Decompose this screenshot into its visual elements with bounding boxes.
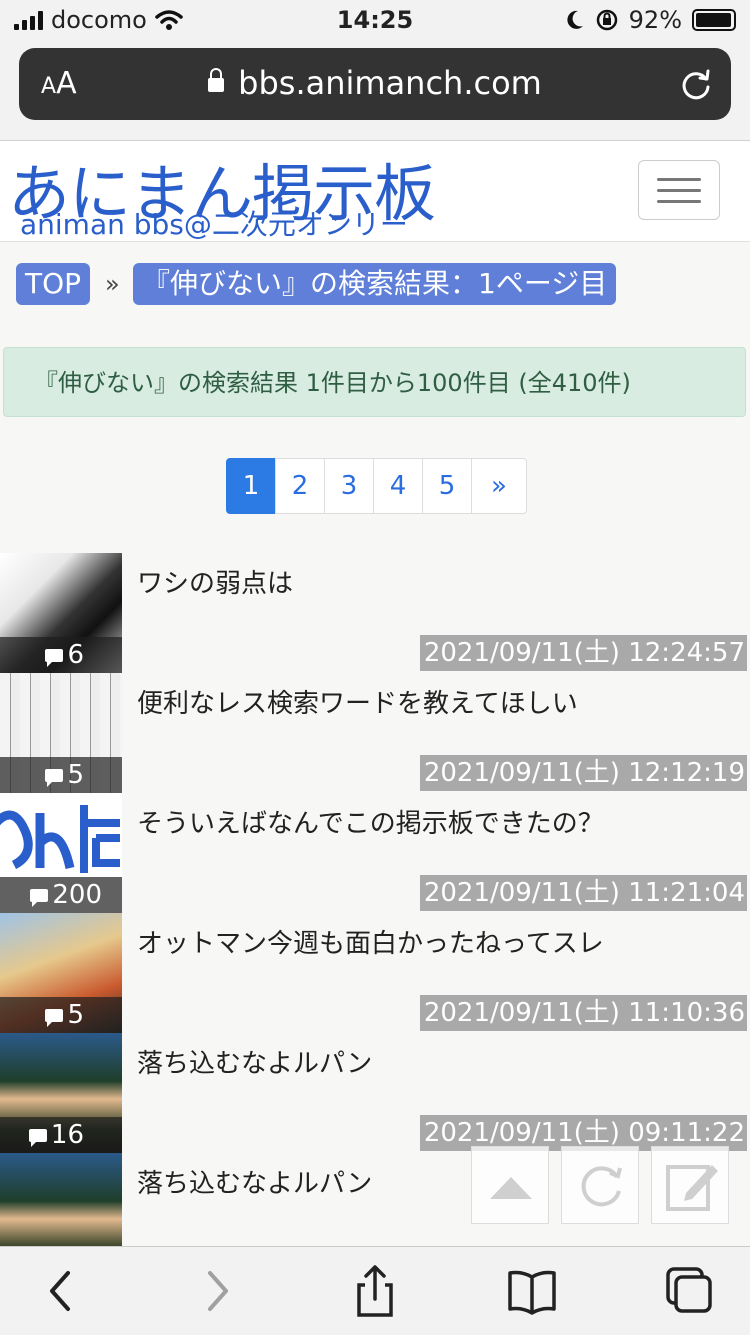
page-link-5[interactable]: 5 [422, 458, 472, 514]
moon-icon [567, 10, 583, 29]
lock-icon [208, 68, 225, 92]
edit-icon [666, 1165, 718, 1211]
page-link-3[interactable]: 3 [324, 458, 374, 514]
thread-thumbnail[interactable]: 16 [0, 1033, 122, 1153]
thread-title[interactable]: 落ち込むなよルパン [137, 1043, 372, 1080]
comment-icon [28, 1129, 47, 1147]
breadcrumb-top[interactable]: TOP [16, 263, 91, 305]
domain-text: bbs.animanch.com [238, 64, 542, 102]
thread-timestamp: 2021/09/11(土) 11:21:04 [419, 875, 747, 911]
thread-thumbnail[interactable]: 200 [0, 793, 122, 913]
refresh-icon [581, 1166, 622, 1207]
rotation-lock-icon [596, 9, 617, 31]
thread-timestamp: 2021/09/11(土) 12:24:57 [419, 635, 747, 671]
share-icon[interactable] [345, 1261, 405, 1321]
thread-title[interactable]: 便利なレス検索ワードを教えてほしい [137, 683, 578, 720]
thread-row[interactable]: 6 ワシの弱点は 2021/09/11(土) 12:24:57 [0, 553, 750, 673]
pagination: 1 2 3 4 5 » [226, 458, 527, 514]
thread-title[interactable]: そういえばなんでこの掲示板できたの？ [137, 803, 604, 840]
reply-count: 5 [0, 757, 122, 793]
comment-icon [30, 889, 49, 907]
comment-icon [45, 769, 64, 787]
bookmarks-icon[interactable] [502, 1261, 562, 1321]
search-result-alert: 『伸びない』の検索結果 1件目から100件目 (全410件) [3, 347, 746, 417]
page-link-2[interactable]: 2 [275, 458, 325, 514]
page-next-button[interactable]: » [471, 458, 527, 514]
battery-percent: 92% [628, 6, 682, 34]
new-post-button[interactable] [651, 1146, 729, 1224]
thread-row[interactable]: 16 落ち込むなよルパン 2021/09/11(土) 09:11:22 [0, 1033, 750, 1153]
thread-thumbnail[interactable]: 5 [0, 673, 122, 793]
address-bar[interactable]: AA bbs.animanch.com [19, 48, 731, 120]
scroll-top-button[interactable] [471, 1146, 549, 1224]
thread-title[interactable]: ワシの弱点は [137, 563, 293, 600]
comment-icon [45, 649, 64, 667]
page-link-4[interactable]: 4 [373, 458, 423, 514]
back-icon[interactable] [32, 1261, 92, 1321]
browser-chrome: AA bbs.animanch.com [0, 40, 750, 141]
reply-count: 5 [0, 997, 122, 1033]
thread-row[interactable]: 5 便利なレス検索ワードを教えてほしい 2021/09/11(土) 12:12:… [0, 673, 750, 793]
forward-icon[interactable] [188, 1261, 248, 1321]
thread-list: 6 ワシの弱点は 2021/09/11(土) 12:24:57 5 便利なレス検… [0, 553, 750, 1246]
status-bar: docomo 14:25 92% [0, 0, 750, 40]
reload-icon[interactable] [679, 67, 713, 101]
thread-thumbnail[interactable]: 5 [0, 913, 122, 1033]
site-header: あにまん掲示板 animan bbs@二次元オンリー [0, 141, 750, 242]
triangle-up-icon [490, 1177, 532, 1199]
thread-title[interactable]: 落ち込むなよルパン [137, 1163, 372, 1200]
breadcrumb-current[interactable]: 『伸びない』の検索結果：1ページ目 [133, 263, 617, 305]
thread-timestamp: 2021/09/11(土) 11:10:36 [419, 995, 747, 1031]
page-link-1[interactable]: 1 [226, 458, 276, 514]
browser-toolbar [0, 1246, 750, 1335]
comment-icon [45, 1009, 64, 1027]
site-logo-subtitle: animan bbs@二次元オンリー [20, 208, 408, 241]
address-domain[interactable]: bbs.animanch.com [19, 64, 731, 102]
reply-count: 6 [0, 637, 122, 673]
thread-title[interactable]: オットマン今週も面白かったねってスレ [137, 923, 604, 960]
refresh-button[interactable] [561, 1146, 639, 1224]
battery-icon [692, 9, 736, 31]
status-right: 92% [565, 6, 736, 34]
tabs-icon[interactable] [658, 1261, 718, 1321]
thread-row[interactable]: 200 そういえばなんでこの掲示板できたの？ 2021/09/11(土) 11:… [0, 793, 750, 913]
reply-count: 200 [0, 877, 122, 913]
breadcrumb-separator: » [105, 270, 120, 298]
thread-timestamp: 2021/09/11(土) 12:12:19 [419, 755, 747, 791]
reply-count: 16 [0, 1117, 122, 1153]
hamburger-menu-button[interactable] [638, 160, 720, 220]
thread-thumbnail[interactable] [0, 1153, 122, 1246]
thread-thumbnail[interactable]: 6 [0, 553, 122, 673]
thread-row[interactable]: 5 オットマン今週も面白かったねってスレ 2021/09/11(土) 11:10… [0, 913, 750, 1033]
